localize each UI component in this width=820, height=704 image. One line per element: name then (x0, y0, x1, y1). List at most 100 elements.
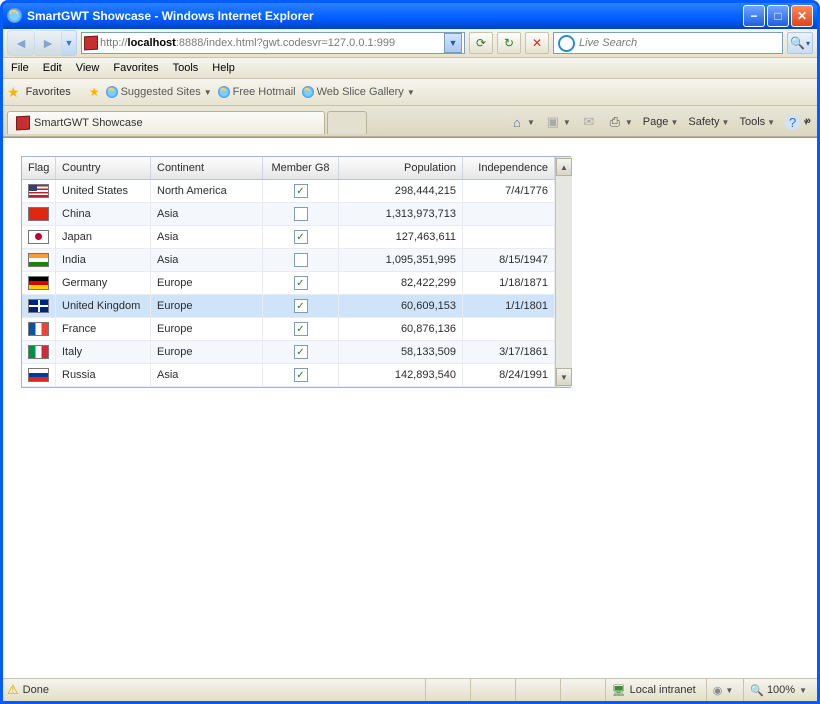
history-dropdown[interactable]: ▼ (62, 30, 77, 56)
grid-header: Flag Country Continent Member G8 Populat… (22, 157, 555, 180)
cell-population: 60,609,153 (339, 295, 463, 317)
search-box[interactable]: Live Search (553, 32, 783, 54)
forward-button[interactable]: ► (35, 30, 62, 56)
cell-country: France (56, 318, 151, 340)
arrow-right-icon: ► (41, 35, 55, 51)
help-icon: ? (785, 115, 800, 130)
g8-checkbox[interactable]: ✓ (294, 299, 308, 313)
cell-continent: Europe (151, 272, 263, 294)
ie-icon (302, 86, 314, 98)
cell-g8 (263, 249, 339, 271)
favorites-bar: ★ Favorites ★ Suggested Sites▼ Free Hotm… (3, 79, 817, 106)
cell-g8: ✓ (263, 272, 339, 294)
g8-checkbox[interactable]: ✓ (294, 368, 308, 382)
cell-g8: ✓ (263, 180, 339, 202)
table-row[interactable]: Germany Europe ✓ 82,422,299 1/18/1871 (22, 272, 555, 295)
cell-continent: Asia (151, 226, 263, 248)
header-population[interactable]: Population (339, 157, 463, 179)
free-hotmail[interactable]: Free Hotmail (218, 86, 296, 98)
menu-tools[interactable]: Tools (173, 62, 199, 74)
menu-edit[interactable]: Edit (43, 62, 62, 74)
g8-checkbox[interactable]: ✓ (294, 276, 308, 290)
add-fav-icon[interactable]: ★ (89, 85, 100, 99)
table-row[interactable]: Japan Asia ✓ 127,463,611 (22, 226, 555, 249)
cell-independence (463, 226, 555, 248)
home-button[interactable]: ⌂▼ (506, 114, 538, 130)
status-text: Done (23, 684, 49, 696)
command-bar: ⌂▼ ▣▼ ✉ ⎙▼ Page ▼ Safety ▼ Tools ▼ ?▼ (506, 114, 813, 130)
scroll-down-button[interactable]: ▼ (556, 368, 572, 386)
cell-flag (22, 318, 56, 340)
cell-independence: 8/15/1947 (463, 249, 555, 271)
table-row[interactable]: India Asia 1,095,351,995 8/15/1947 (22, 249, 555, 272)
mail-icon: ✉ (581, 114, 597, 130)
titlebar: SmartGWT Showcase - Windows Internet Exp… (3, 3, 817, 29)
print-button[interactable]: ⎙▼ (604, 114, 636, 130)
stop-button[interactable]: ✕ (525, 32, 549, 54)
safety-menu[interactable]: Safety ▼ (685, 116, 732, 128)
page-menu[interactable]: Page ▼ (640, 116, 682, 128)
table-row[interactable]: United States North America ✓ 298,444,21… (22, 180, 555, 203)
menu-help[interactable]: Help (212, 62, 235, 74)
scroll-up-button[interactable]: ▲ (556, 158, 572, 176)
tab-showcase[interactable]: SmartGWT Showcase (7, 111, 325, 134)
cell-country: United Kingdom (56, 295, 151, 317)
g8-checkbox[interactable]: ✓ (294, 184, 308, 198)
protected-mode[interactable]: ◉▼ (706, 679, 740, 701)
cell-population: 58,133,509 (339, 341, 463, 363)
menu-favorites[interactable]: Favorites (113, 62, 158, 74)
cell-continent: Asia (151, 203, 263, 225)
close-button[interactable]: ✕ (791, 5, 813, 27)
url-text: http://localhost:8888/index.html?gwt.cod… (100, 37, 442, 49)
arrow-left-icon: ◄ (14, 35, 28, 51)
address-dropdown[interactable]: ▼ (444, 33, 462, 53)
header-flag[interactable]: Flag (22, 157, 56, 179)
favorites-label[interactable]: Favorites (26, 86, 71, 98)
zoom-control[interactable]: 🔍 100% ▼ (743, 679, 813, 701)
table-row[interactable]: China Asia 1,313,973,713 (22, 203, 555, 226)
address-bar[interactable]: http://localhost:8888/index.html?gwt.cod… (81, 32, 465, 54)
web-slice[interactable]: Web Slice Gallery▼ (302, 86, 415, 98)
table-row[interactable]: Russia Asia ✓ 142,893,540 8/24/1991 (22, 364, 555, 387)
flag-icon (28, 184, 49, 198)
cell-country: Germany (56, 272, 151, 294)
g8-checkbox[interactable] (294, 207, 308, 221)
back-button[interactable]: ◄ (7, 30, 35, 56)
ie-window: SmartGWT Showcase - Windows Internet Exp… (0, 0, 820, 704)
stop-icon: ✕ (532, 36, 542, 50)
refresh-button[interactable]: ↻ (497, 32, 521, 54)
header-g8[interactable]: Member G8 (263, 157, 339, 179)
g8-checkbox[interactable] (294, 253, 308, 267)
menu-view[interactable]: View (76, 62, 100, 74)
header-independence[interactable]: Independence (463, 157, 555, 179)
header-continent[interactable]: Continent (151, 157, 263, 179)
page-content: Flag Country Continent Member G8 Populat… (3, 137, 817, 678)
rss-icon: ▣ (545, 114, 561, 130)
status-bar: ⚠ Done 🖥 Local intranet ◉▼ 🔍 100% ▼ (3, 678, 817, 701)
table-row[interactable]: United Kingdom Europe ✓ 60,609,153 1/1/1… (22, 295, 555, 318)
grid-scrollbar[interactable]: ▲ ▼ (555, 157, 572, 387)
flag-icon (28, 230, 49, 244)
flag-icon (28, 276, 49, 290)
search-go-button[interactable]: 🔍▾ (787, 32, 813, 54)
compat-view-button[interactable]: ⟳ (469, 32, 493, 54)
menu-file[interactable]: File (11, 62, 29, 74)
mail-button[interactable]: ✉ (578, 114, 600, 130)
feeds-button[interactable]: ▣▼ (542, 114, 574, 130)
header-country[interactable]: Country (56, 157, 151, 179)
overflow-chevron-icon[interactable]: » (805, 115, 811, 127)
cell-population: 1,313,973,713 (339, 203, 463, 225)
table-row[interactable]: France Europe ✓ 60,876,136 (22, 318, 555, 341)
new-tab-button[interactable] (327, 111, 367, 134)
g8-checkbox[interactable]: ✓ (294, 345, 308, 359)
table-row[interactable]: Italy Europe ✓ 58,133,509 3/17/1861 (22, 341, 555, 364)
minimize-button[interactable]: − (743, 5, 765, 27)
g8-checkbox[interactable]: ✓ (294, 322, 308, 336)
tools-menu[interactable]: Tools ▼ (736, 116, 778, 128)
cell-country: Japan (56, 226, 151, 248)
grid-body: United States North America ✓ 298,444,21… (22, 180, 555, 387)
g8-checkbox[interactable]: ✓ (294, 230, 308, 244)
cell-continent: Europe (151, 295, 263, 317)
maximize-button[interactable]: □ (767, 5, 789, 27)
suggested-sites[interactable]: Suggested Sites▼ (106, 86, 212, 98)
